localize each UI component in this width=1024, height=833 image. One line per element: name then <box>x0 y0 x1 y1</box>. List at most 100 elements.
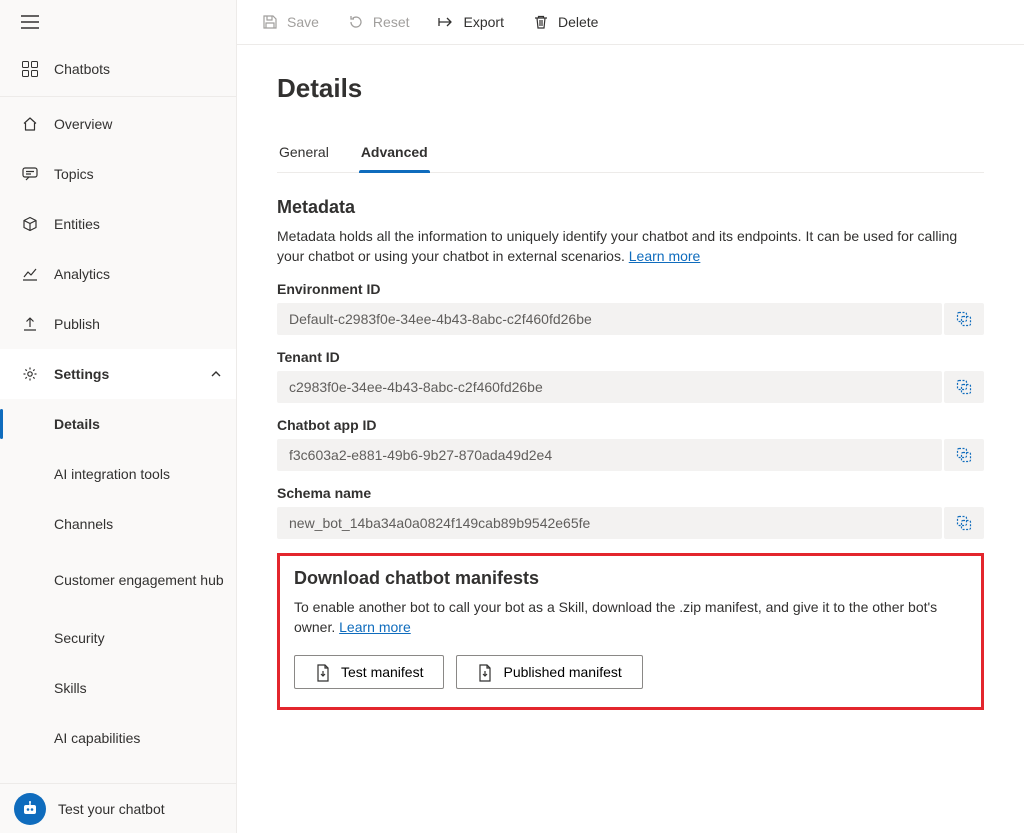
sidebar-sub-ai-integration[interactable]: AI integration tools <box>0 449 236 499</box>
field-label: Tenant ID <box>277 349 984 365</box>
sidebar-sub-security[interactable]: Security <box>0 613 236 663</box>
hamburger-button[interactable] <box>14 6 46 38</box>
manifests-learn-more-link[interactable]: Learn more <box>339 619 411 635</box>
grid-icon <box>20 59 40 79</box>
sidebar-sub-label: Security <box>54 630 105 646</box>
field-group: Environment ID Default-c2983f0e-34ee-4b43… <box>277 281 984 335</box>
sidebar-sub-label: Skills <box>54 680 87 696</box>
reset-icon <box>347 13 365 31</box>
app-root: Chatbots Overview Topics Entities <box>0 0 1024 833</box>
copy-icon <box>955 378 973 396</box>
home-icon <box>20 114 40 134</box>
sidebar-sub-label: Details <box>54 416 100 432</box>
sidebar-sub-label: Customer engagement hub <box>54 571 224 591</box>
sidebar-sub-label: Channels <box>54 516 113 532</box>
test-manifest-button[interactable]: Test manifest <box>294 655 444 689</box>
fields-container: Environment ID Default-c2983f0e-34ee-4b43… <box>277 281 984 539</box>
field-group: Tenant ID c2983f0e-34ee-4b43-8abc-c2f460f… <box>277 349 984 403</box>
copy-icon <box>955 514 973 532</box>
field-row: c2983f0e-34ee-4b43-8abc-c2f460fd26be <box>277 371 984 403</box>
tab-general[interactable]: General <box>277 136 331 172</box>
chat-icon <box>20 164 40 184</box>
section-heading-manifests: Download chatbot manifests <box>294 568 967 589</box>
field-group: Schema name new_bot_14ba34a0a0824f149cab8… <box>277 485 984 539</box>
file-download-icon <box>315 664 331 680</box>
tabs: General Advanced <box>277 136 984 173</box>
main-pane: Save Reset Export Delete <box>237 0 1024 833</box>
sidebar-item-label: Entities <box>54 216 100 232</box>
file-download-icon <box>477 664 493 680</box>
cmd-delete[interactable]: Delete <box>520 7 610 37</box>
tab-label: Advanced <box>361 144 428 160</box>
sidebar-item-analytics[interactable]: Analytics <box>0 249 236 299</box>
field-row: new_bot_14ba34a0a0824f149cab89b9542e65fe <box>277 507 984 539</box>
metadata-desc-text: Metadata holds all the information to un… <box>277 228 957 264</box>
copy-button[interactable] <box>944 507 984 539</box>
cmd-label: Save <box>287 14 319 30</box>
tab-advanced[interactable]: Advanced <box>359 136 430 172</box>
hamburger-icon <box>21 15 39 29</box>
export-icon <box>438 13 456 31</box>
metadata-learn-more-link[interactable]: Learn more <box>629 248 701 264</box>
content-area: Details General Advanced Metadata Metada… <box>237 45 1024 833</box>
cmd-label: Delete <box>558 14 598 30</box>
sidebar-sub-skills[interactable]: Skills <box>0 663 236 713</box>
section-heading-metadata: Metadata <box>277 197 984 218</box>
box-icon <box>20 214 40 234</box>
field-group: Chatbot app ID f3c603a2-e881-49b6-9b27-87… <box>277 417 984 471</box>
delete-icon <box>532 13 550 31</box>
tab-label: General <box>279 144 329 160</box>
command-bar: Save Reset Export Delete <box>237 0 1024 45</box>
manifest-buttons: Test manifest Published manifest <box>294 655 967 689</box>
sidebar-item-publish[interactable]: Publish <box>0 299 236 349</box>
sidebar-sub-cust-engagement[interactable]: Customer engagement hub <box>0 549 236 613</box>
sidebar: Chatbots Overview Topics Entities <box>0 0 237 833</box>
field-row: Default-c2983f0e-34ee-4b43-8abc-c2f460fd… <box>277 303 984 335</box>
sidebar-sub-channels[interactable]: Channels <box>0 499 236 549</box>
manifests-description: To enable another bot to call your bot a… <box>294 597 967 638</box>
cmd-reset: Reset <box>335 7 422 37</box>
btn-label: Test manifest <box>341 664 423 680</box>
sidebar-item-label: Publish <box>54 316 100 332</box>
sidebar-item-topics[interactable]: Topics <box>0 149 236 199</box>
download-manifests-highlight: Download chatbot manifests To enable ano… <box>277 553 984 711</box>
chart-icon <box>20 264 40 284</box>
sidebar-footer-test-chatbot[interactable]: Test your chatbot <box>0 783 236 833</box>
btn-label: Published manifest <box>503 664 621 680</box>
sidebar-nav: Chatbots Overview Topics Entities <box>0 44 236 783</box>
sidebar-sub-label: AI integration tools <box>54 466 170 482</box>
field-row: f3c603a2-e881-49b6-9b27-870ada49d2e4 <box>277 439 984 471</box>
cmd-label: Reset <box>373 14 410 30</box>
divider <box>0 96 236 97</box>
sidebar-item-label: Analytics <box>54 266 110 282</box>
gear-icon <box>20 364 40 384</box>
cmd-export[interactable]: Export <box>426 7 516 37</box>
copy-button[interactable] <box>944 439 984 471</box>
save-icon <box>261 13 279 31</box>
field-value: new_bot_14ba34a0a0824f149cab89b9542e65fe <box>277 507 942 539</box>
sidebar-sub-ai-capabilities[interactable]: AI capabilities <box>0 713 236 763</box>
hamburger-row <box>0 0 236 44</box>
sidebar-item-label: Settings <box>54 366 109 382</box>
field-value: f3c603a2-e881-49b6-9b27-870ada49d2e4 <box>277 439 942 471</box>
published-manifest-button[interactable]: Published manifest <box>456 655 642 689</box>
sidebar-item-settings[interactable]: Settings <box>0 349 236 399</box>
sidebar-sub-details[interactable]: Details <box>0 399 236 449</box>
sidebar-item-overview[interactable]: Overview <box>0 99 236 149</box>
copy-button[interactable] <box>944 303 984 335</box>
copy-icon <box>955 310 973 328</box>
sidebar-item-entities[interactable]: Entities <box>0 199 236 249</box>
sidebar-footer-label: Test your chatbot <box>58 801 165 817</box>
field-value: Default-c2983f0e-34ee-4b43-8abc-c2f460fd… <box>277 303 942 335</box>
upload-icon <box>20 314 40 334</box>
copy-button[interactable] <box>944 371 984 403</box>
bot-avatar-icon <box>14 793 46 825</box>
copy-icon <box>955 446 973 464</box>
sidebar-item-label: Topics <box>54 166 94 182</box>
cmd-save: Save <box>249 7 331 37</box>
field-label: Schema name <box>277 485 984 501</box>
field-label: Environment ID <box>277 281 984 297</box>
field-label: Chatbot app ID <box>277 417 984 433</box>
sidebar-item-label: Chatbots <box>54 61 110 77</box>
sidebar-item-chatbots[interactable]: Chatbots <box>0 44 236 94</box>
